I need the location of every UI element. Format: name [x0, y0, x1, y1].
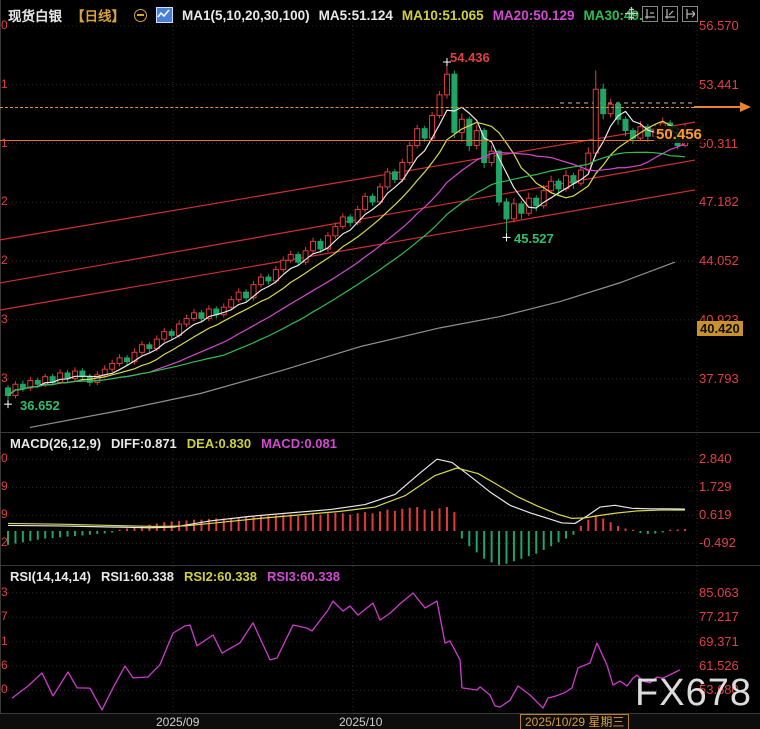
price-axis-label: 44.052 — [699, 253, 739, 268]
period-label[interactable]: 【日线】 — [71, 5, 125, 25]
macd-dea-value: DEA:0.830 — [187, 436, 251, 451]
rsi-axis-label: 85.063 — [699, 585, 739, 600]
price-axis-label: 37.793 — [699, 371, 739, 386]
crosshair-price-badge: 40.420 — [697, 321, 743, 336]
price-axis-left-digit: 3 — [1, 312, 8, 326]
alert-arrow-icon — [740, 102, 751, 112]
alert-line-extension — [694, 106, 740, 108]
rsi2-value: RSI2:60.338 — [184, 569, 257, 584]
ma20-value: MA20:50.129 — [493, 8, 575, 23]
chart-window: 现货白银 【日线】 MA1(5,10,20,30,100) MA5:51.124… — [0, 0, 760, 729]
macd-axis-label: -0.492 — [699, 535, 736, 550]
macd-axis-left-digit: 0 — [1, 451, 8, 465]
rsi-axis-left-digit: 6 — [1, 658, 8, 672]
axis-zoom-icon[interactable] — [642, 6, 658, 22]
macd-diff-value: DIFF:0.871 — [111, 436, 177, 451]
price-axis-label: 50.311 — [699, 136, 738, 151]
macd-axis-label: 0.619 — [699, 507, 732, 522]
axis-fit-icon[interactable] — [662, 6, 678, 22]
rsi-title: RSI(14,14,14) — [10, 569, 91, 584]
price-axis-label: 47.182 — [699, 194, 739, 209]
price-axis-label: 53.441 — [699, 77, 739, 92]
price-axis-left-digit: 0 — [1, 18, 8, 32]
high-price-annotation: 54.436 — [450, 50, 490, 65]
pan-icon[interactable] — [624, 6, 638, 20]
macd-axis-label: 1.729 — [699, 479, 732, 494]
last-price-label: 50.456 — [654, 126, 704, 143]
price-axis-left-digit: 3 — [1, 371, 8, 385]
rsi-axis-label: 61.526 — [699, 658, 739, 673]
chart-canvas[interactable] — [0, 0, 760, 729]
macd-axis-label: 2.840 — [699, 451, 732, 466]
ma5-value: MA5:51.124 — [319, 8, 393, 23]
price-axis-left-digit: 1 — [1, 77, 8, 91]
rsi-axis-label: 69.371 — [699, 634, 739, 649]
time-label-oct: 2025/10 — [339, 715, 382, 729]
macd-panel-header: MACD(26,12,9) DIFF:0.871 DEA:0.830 MACD:… — [10, 436, 337, 451]
rsi-axis-left-digit: 1 — [1, 634, 8, 648]
axis-shift-icon[interactable] — [682, 6, 698, 22]
price-axis-left-digit: 2 — [1, 194, 8, 208]
macd-title: MACD(26,12,9) — [10, 436, 101, 451]
rsi1-value: RSI1:60.338 — [101, 569, 174, 584]
rsi3-value: RSI3:60.338 — [267, 569, 340, 584]
price-axis-left-digit: 2 — [1, 253, 8, 267]
ma-settings-label: MA1(5,10,20,30,100) — [182, 8, 310, 23]
price-axis-left-digit: 1 — [1, 136, 8, 150]
macd-axis-left-digit: 9 — [1, 479, 8, 493]
collapse-icon[interactable] — [134, 9, 147, 22]
rsi-axis-left-digit: 0 — [1, 682, 8, 696]
last-price-line — [0, 140, 695, 141]
symbol-title: 现货白银 — [8, 5, 62, 25]
macd-axis-left-digit: 2 — [1, 535, 8, 549]
start-low-annotation: 36.652 — [20, 398, 60, 413]
toolbar — [624, 6, 698, 22]
crosshair-date-badge: 2025/10/29 星期三 — [520, 714, 629, 729]
rsi-axis-left-digit: 3 — [1, 585, 8, 599]
chart-type-icon[interactable] — [156, 7, 173, 23]
rsi-axis-left-digit: 7 — [1, 609, 8, 623]
macd-axis-left-digit: 9 — [1, 507, 8, 521]
low-price-annotation: 45.527 — [514, 231, 554, 246]
time-label-sep: 2025/09 — [156, 715, 199, 729]
rsi-axis-label: 77.217 — [699, 609, 739, 624]
watermark: FX678 — [635, 672, 752, 715]
macd-value: MACD:0.081 — [261, 436, 337, 451]
rsi-panel-header: RSI(14,14,14) RSI1:60.338 RSI2:60.338 RS… — [10, 569, 340, 584]
price-axis-label: 56.570 — [699, 18, 739, 33]
chart-header: 现货白银 【日线】 MA1(5,10,20,30,100) MA5:51.124… — [8, 5, 643, 25]
alert-line-dashed[interactable] — [0, 107, 694, 108]
time-axis[interactable]: 2025/09 2025/10 2025/10/29 星期三 — [0, 713, 760, 729]
ma10-value: MA10:51.065 — [402, 8, 484, 23]
